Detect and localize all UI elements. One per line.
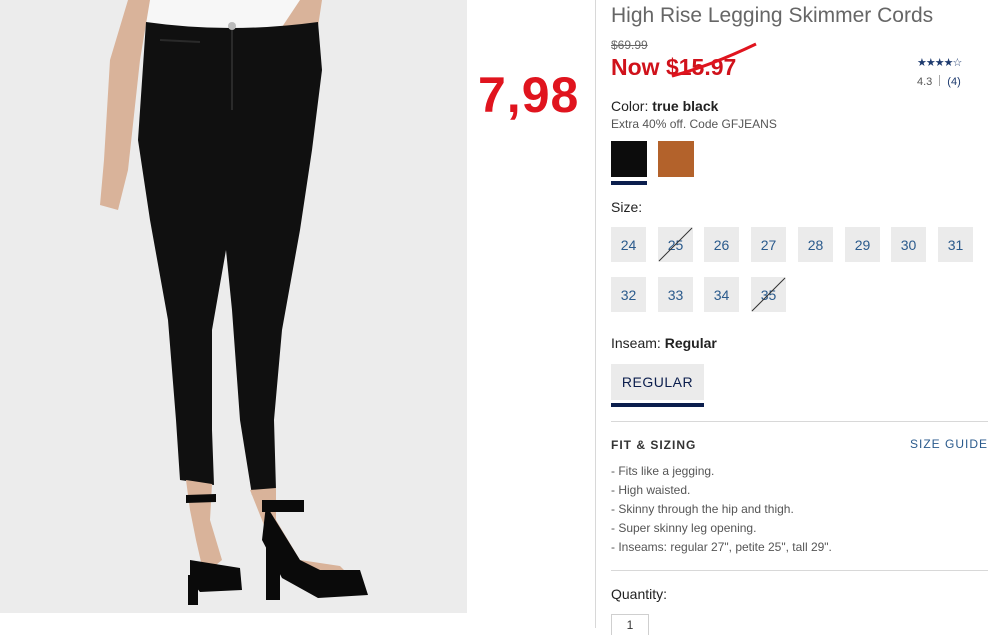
quantity-label: Quantity: [611, 586, 668, 602]
product-title: High Rise Legging Skimmer Cords [611, 4, 934, 27]
color-value: true black [652, 98, 719, 114]
size-option-28[interactable]: 28 [798, 227, 833, 262]
size-option-33[interactable]: 33 [658, 277, 693, 312]
size-option-26[interactable]: 26 [704, 227, 739, 262]
review-count-link[interactable]: (4) [947, 76, 960, 88]
size-option-35[interactable]: 35 [751, 277, 786, 312]
size-option-30[interactable]: 30 [891, 227, 926, 262]
list-item: - Fits like a jegging. [611, 464, 715, 478]
section-divider [611, 421, 988, 422]
unavailable-strike-icon [658, 227, 693, 262]
size-option-31[interactable]: 31 [938, 227, 973, 262]
size-option-27[interactable]: 27 [751, 227, 786, 262]
quantity-stepper[interactable]: 1 [611, 614, 649, 635]
list-item: - Skinny through the hip and thigh. [611, 502, 794, 516]
size-option-label: 28 [807, 236, 824, 253]
size-option-25[interactable]: 25 [658, 227, 693, 262]
inseam-value: Regular [664, 335, 717, 351]
rating-stars-icon: ★★★★☆ [917, 57, 962, 69]
size-option-32[interactable]: 32 [611, 277, 646, 312]
section-divider [611, 570, 988, 571]
price-strike-mark [671, 42, 757, 78]
size-option-label: 34 [713, 286, 730, 303]
selected-inseam-indicator [611, 403, 704, 407]
size-option-29[interactable]: 29 [845, 227, 880, 262]
size-guide-link[interactable]: SIZE GUIDE [910, 437, 988, 451]
promo-text: Extra 40% off. Code GFJEANS [611, 117, 777, 131]
size-option-label: 24 [620, 236, 637, 253]
size-option-34[interactable]: 34 [704, 277, 739, 312]
color-selection: Color: true black [611, 98, 718, 114]
rating-separator [939, 75, 941, 86]
size-option-label: 32 [620, 286, 637, 303]
swatch-brown[interactable] [658, 141, 694, 177]
size-option-label: 27 [760, 236, 777, 253]
fit-details-list: - Fits like a jegging. - High waisted. -… [611, 464, 832, 559]
fit-sizing-heading: FIT & SIZING [611, 438, 697, 452]
size-label: Size: [611, 199, 643, 215]
list-item: - Super skinny leg opening. [611, 521, 757, 535]
overlay-price-annotation: 7,98 [478, 67, 580, 123]
list-item: - Inseams: regular 27", petite 25", tall… [611, 540, 832, 554]
product-image [0, 0, 467, 613]
size-option-label: 33 [667, 286, 684, 303]
original-price: $69.99 [611, 38, 648, 52]
color-label: Color: [611, 98, 649, 114]
size-option-label: 31 [947, 236, 964, 253]
rating-score: 4.3 [917, 76, 933, 88]
inseam-label: Inseam: [611, 335, 661, 351]
size-option-label: 30 [900, 236, 917, 253]
size-option-label: 26 [713, 236, 730, 253]
inseam-selection: Inseam: Regular [611, 335, 717, 351]
size-option-24[interactable]: 24 [611, 227, 646, 262]
list-item: - High waisted. [611, 483, 691, 497]
swatch-true-black[interactable] [611, 141, 647, 177]
rating-widget[interactable]: ★★★★☆ 4.3 (4) [917, 56, 962, 88]
size-option-label: 29 [854, 236, 871, 253]
unavailable-strike-icon [751, 277, 786, 312]
selected-swatch-indicator [611, 181, 647, 185]
column-divider [595, 0, 596, 628]
inseam-regular-button[interactable]: REGULAR [611, 364, 704, 400]
